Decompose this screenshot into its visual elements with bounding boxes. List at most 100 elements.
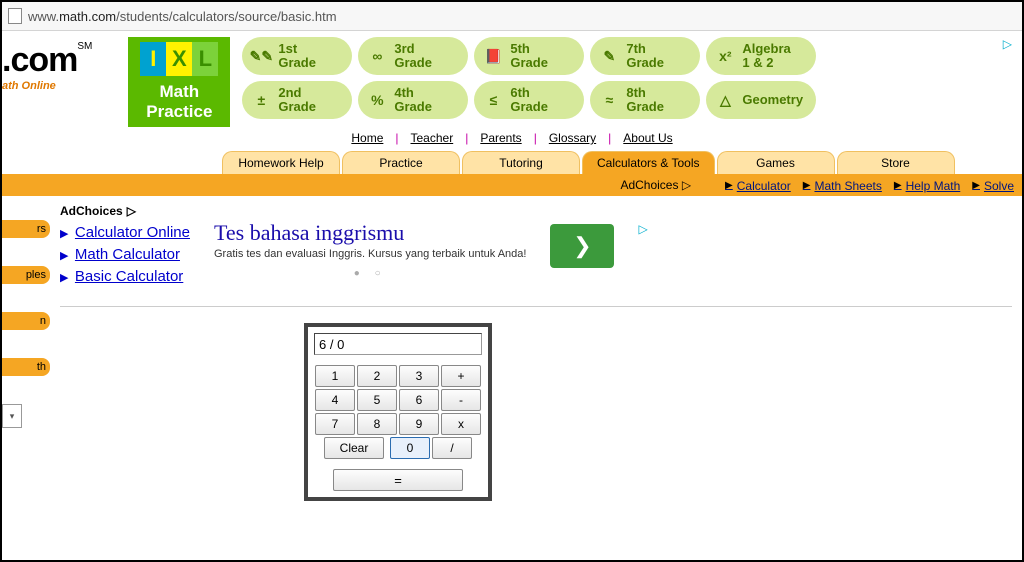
- grade-label: 5thGrade: [510, 42, 548, 69]
- calc-key-0[interactable]: 0: [390, 437, 430, 459]
- grade-pill[interactable]: x² Algebra1 & 2: [706, 37, 816, 75]
- sub-nav-bar: AdChoices ▷ ▶ Calculator ▶ Math Sheets ▶ H…: [2, 174, 1022, 196]
- subnav-link[interactable]: ▶ Solve: [972, 179, 1014, 193]
- grade-pill[interactable]: % 4thGrade: [358, 81, 468, 119]
- calc-key--[interactable]: -: [441, 389, 481, 411]
- calc-display[interactable]: [314, 333, 482, 355]
- link-separator: |: [608, 131, 611, 145]
- grade-label: 7thGrade: [626, 42, 664, 69]
- calc-key-+[interactable]: +: [441, 365, 481, 387]
- calc-key-1[interactable]: 1: [315, 365, 355, 387]
- left-side-tab[interactable]: rs: [2, 220, 50, 238]
- nav-tab[interactable]: Tutoring: [462, 151, 580, 174]
- grade-pill[interactable]: ✎✎ 1stGrade: [242, 37, 352, 75]
- nav-tab[interactable]: Calculators & Tools: [582, 151, 715, 174]
- left-sidebar: rs ples n th ▾: [2, 196, 50, 560]
- left-side-tab[interactable]: ples: [2, 266, 50, 284]
- grade-pills: ✎✎ 1stGrade ∞ 3rdGrade 📕 5thGrade ✎ 7thGrade x² A…: [242, 37, 816, 119]
- calc-key-4[interactable]: 4: [315, 389, 355, 411]
- calc-key-3[interactable]: 3: [399, 365, 439, 387]
- link-separator: |: [395, 131, 398, 145]
- left-dropdown[interactable]: ▾: [2, 404, 22, 428]
- site-logo: .comSM ath Online: [2, 37, 92, 92]
- play-icon: ▶: [60, 250, 68, 262]
- grade-label: Algebra1 & 2: [742, 42, 790, 69]
- grade-label: 4thGrade: [394, 86, 432, 113]
- play-icon: ▶: [725, 180, 733, 191]
- link-separator: |: [534, 131, 537, 145]
- url: www.math.com/students/calculators/source…: [28, 9, 337, 24]
- grade-icon: ✎: [600, 47, 618, 65]
- top-link[interactable]: Glossary: [549, 131, 596, 145]
- subnav-link[interactable]: ▶ Calculator: [725, 179, 791, 193]
- grade-label: Geometry: [742, 93, 803, 107]
- ixl-ad[interactable]: I X L Math Practice: [128, 37, 230, 127]
- grade-label: 2ndGrade: [278, 86, 316, 113]
- grade-icon: ✎✎: [252, 47, 270, 65]
- top-link[interactable]: Teacher: [411, 131, 454, 145]
- address-bar[interactable]: www.math.com/students/calculators/source…: [2, 2, 1022, 31]
- calc-key-7[interactable]: 7: [315, 413, 355, 435]
- calculator: 123+456- 789x Clear 0 / =: [304, 323, 492, 501]
- grade-icon: △: [716, 91, 734, 109]
- grade-icon: 📕: [484, 47, 502, 65]
- nav-tabs: Homework HelpPracticeTutoringCalculators…: [2, 151, 1022, 174]
- ixl-logo: I X L: [140, 42, 218, 76]
- grade-pill[interactable]: ≈8thGrade: [590, 81, 700, 119]
- ad-go-button[interactable]: ❯: [550, 224, 614, 268]
- page-icon: [8, 8, 22, 24]
- sponsored-link[interactable]: Calculator Online: [75, 224, 190, 241]
- play-icon: ▶: [894, 180, 902, 191]
- top-link[interactable]: Home: [351, 131, 383, 145]
- link-separator: |: [465, 131, 468, 145]
- calc-key-clear[interactable]: Clear: [324, 437, 384, 459]
- calc-key-equals[interactable]: =: [333, 469, 463, 491]
- nav-tab[interactable]: Homework Help: [222, 151, 340, 174]
- adchoices-label[interactable]: AdChoices ▷: [620, 178, 691, 192]
- grade-icon: %: [368, 91, 386, 109]
- grade-pill[interactable]: 📕 5thGrade: [474, 37, 584, 75]
- grade-icon: ±: [252, 91, 270, 109]
- grade-pill[interactable]: ≤6thGrade: [474, 81, 584, 119]
- left-side-tab[interactable]: th: [2, 358, 50, 376]
- calc-key-8[interactable]: 8: [357, 413, 397, 435]
- play-icon: ▶: [60, 272, 68, 284]
- play-icon: ▶: [60, 228, 68, 240]
- sponsored-link[interactable]: Basic Calculator: [75, 268, 183, 285]
- top-links: Home | Teacher | Parents | Glossary | About Us: [2, 127, 1022, 151]
- ad-triangle-icon[interactable]: ▷: [1003, 37, 1012, 51]
- play-icon: ▶: [972, 180, 980, 191]
- grade-label: 8thGrade: [626, 86, 664, 113]
- grade-icon: ≤: [484, 91, 502, 109]
- subnav-link[interactable]: ▶ Help Math: [894, 179, 960, 193]
- ad-pagination-dots[interactable]: ● ○: [214, 268, 526, 279]
- calc-key-x[interactable]: x: [441, 413, 481, 435]
- grade-pill[interactable]: ∞ 3rdGrade: [358, 37, 468, 75]
- grade-pill[interactable]: ±2ndGrade: [242, 81, 352, 119]
- calc-key-2[interactable]: 2: [357, 365, 397, 387]
- subnav-link[interactable]: ▶ Math Sheets: [803, 179, 882, 193]
- grade-pill[interactable]: △ Geometry: [706, 81, 816, 119]
- grade-label: 3rdGrade: [394, 42, 432, 69]
- ad-triangle-icon[interactable]: ▷: [638, 222, 647, 236]
- grade-label: 1stGrade: [278, 42, 316, 69]
- divider: [60, 306, 1012, 307]
- sponsored-links: ▶ Calculator Online ▶ Math Calculator ▶ Ba…: [60, 224, 190, 286]
- grade-pill[interactable]: ✎ 7thGrade: [590, 37, 700, 75]
- calc-key-5[interactable]: 5: [357, 389, 397, 411]
- calc-key-divide[interactable]: /: [432, 437, 472, 459]
- adchoices-label-small[interactable]: AdChoices ▷: [60, 204, 1012, 218]
- sponsored-link[interactable]: Math Calculator: [75, 246, 180, 263]
- top-link[interactable]: About Us: [623, 131, 672, 145]
- ad-text[interactable]: Tes bahasa inggrismu Gratis tes dan eval…: [214, 220, 526, 279]
- play-icon: ▶: [803, 180, 811, 191]
- calc-key-9[interactable]: 9: [399, 413, 439, 435]
- top-link[interactable]: Parents: [480, 131, 521, 145]
- left-side-tab[interactable]: n: [2, 312, 50, 330]
- nav-tab[interactable]: Games: [717, 151, 835, 174]
- grade-icon: x²: [716, 47, 734, 65]
- nav-tab[interactable]: Store: [837, 151, 955, 174]
- nav-tab[interactable]: Practice: [342, 151, 460, 174]
- grade-icon: ∞: [368, 47, 386, 65]
- calc-key-6[interactable]: 6: [399, 389, 439, 411]
